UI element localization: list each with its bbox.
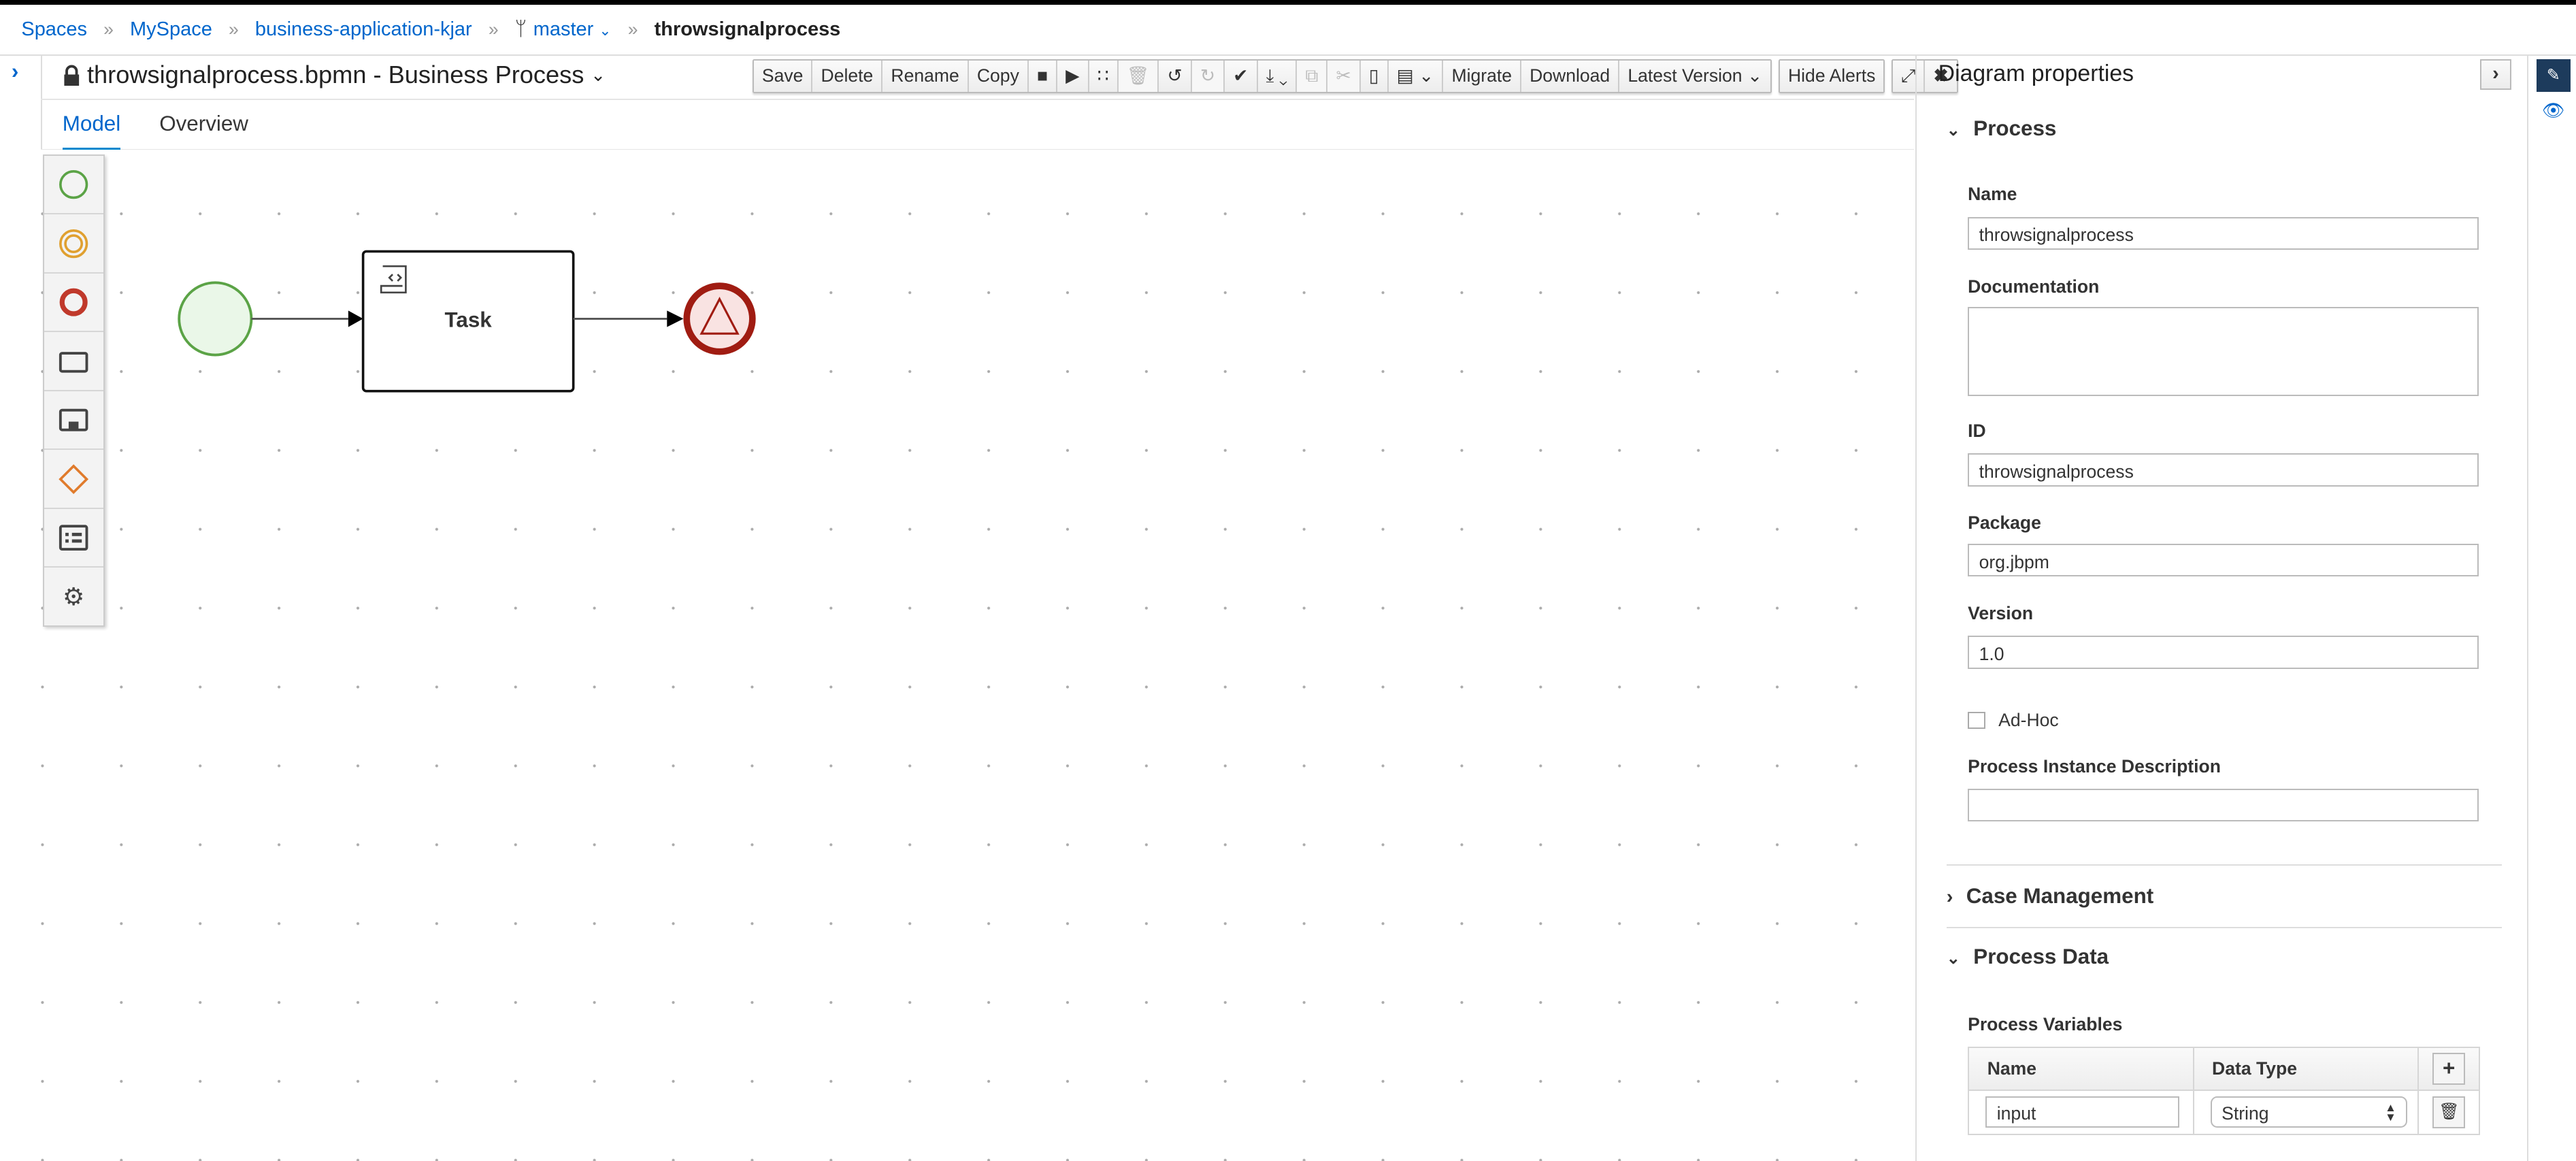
delete-variable-button[interactable]: 🗑 — [2432, 1096, 2465, 1129]
table-header: Name Data Type + — [1968, 1047, 2481, 1091]
gateway-icon — [59, 463, 89, 494]
variable-type-select[interactable]: String ▲ ▼ — [2210, 1096, 2408, 1128]
shape-palette: ⚙ — [42, 154, 105, 627]
edit-properties-icon[interactable]: ✎ — [2536, 59, 2571, 93]
arrow-head — [667, 310, 684, 327]
section-case-management-label: Case Management — [1966, 883, 2154, 908]
start-event[interactable] — [178, 281, 253, 357]
palette-subprocesses[interactable] — [44, 391, 103, 451]
collapse-panel-button[interactable]: › — [2480, 59, 2511, 90]
chevron-down-icon: ⌄ — [1946, 949, 1960, 968]
task-icon — [59, 351, 88, 373]
add-variable-button[interactable]: + — [2432, 1052, 2465, 1085]
id-input[interactable]: throwsignalprocess — [1968, 453, 2479, 487]
process-variables-label: Process Variables — [1968, 1013, 2123, 1034]
start-event-icon — [59, 170, 88, 199]
divider — [1946, 864, 2502, 866]
list-icon — [59, 525, 88, 551]
section-process-label: Process — [1973, 116, 2057, 141]
table-row: input String ▲ ▼ 🗑 — [1968, 1089, 2481, 1135]
select-arrows-icon: ▲ ▼ — [2385, 1100, 2396, 1124]
section-process-data[interactable]: ⌄ Process Data — [1947, 945, 2109, 969]
version-input[interactable]: 1.0 — [1968, 636, 2479, 669]
end-signal-event[interactable] — [683, 282, 756, 355]
arrow-head — [348, 310, 363, 327]
section-case-management[interactable]: › Case Management — [1947, 884, 2153, 909]
adhoc-field: Ad-Hoc — [1968, 710, 2059, 731]
palette-tasks[interactable] — [44, 332, 103, 391]
section-process-data-label: Process Data — [1973, 945, 2109, 969]
process-diagram: Task — [178, 250, 756, 393]
adhoc-checkbox[interactable] — [1968, 711, 1985, 730]
id-label: ID — [1968, 421, 1986, 442]
section-process[interactable]: ⌄ Process — [1947, 116, 2057, 141]
name-label: Name — [1968, 184, 2017, 205]
adhoc-label: Ad-Hoc — [1998, 710, 2059, 731]
palette-gateways[interactable] — [44, 450, 103, 509]
subprocess-icon — [59, 408, 88, 431]
intermediate-event-icon — [59, 229, 88, 258]
version-label: Version — [1968, 603, 2034, 624]
variable-name-input[interactable]: input — [1985, 1096, 2180, 1128]
divider — [1946, 926, 2502, 929]
chevron-right-icon: › — [1946, 885, 1953, 908]
properties-title: Diagram properties — [1938, 61, 2134, 87]
gears-icon: ⚙ — [62, 583, 85, 611]
process-instance-description-input[interactable] — [1968, 788, 2479, 822]
palette-end-events[interactable] — [44, 274, 103, 333]
palette-service-tasks[interactable]: ⚙ — [44, 568, 103, 625]
right-tool-strip: ✎ 👁 — [2526, 56, 2576, 1161]
palette-containers[interactable] — [44, 509, 103, 568]
column-name: Name — [1968, 1047, 2194, 1091]
name-input[interactable]: throwsignalprocess — [1968, 216, 2479, 250]
properties-panel: Diagram properties › ⌄ Process Name throw… — [1915, 56, 2528, 1161]
process-variables-table: Name Data Type + input String ▲ ▼ 🗑 — [1968, 1047, 2481, 1135]
package-input[interactable]: org.jbpm — [1968, 544, 2479, 577]
process-instance-description-label: Process Instance Description — [1968, 755, 2221, 776]
palette-start-events[interactable] — [44, 156, 103, 215]
end-event-icon — [59, 288, 88, 316]
chevron-down-icon: ⌄ — [1946, 121, 1960, 140]
documentation-label: Documentation — [1968, 276, 2100, 297]
column-data-type: Data Type — [2192, 1047, 2419, 1091]
documentation-textarea[interactable] — [1968, 307, 2479, 396]
package-label: Package — [1968, 512, 2041, 534]
eye-icon[interactable]: 👁 — [2537, 100, 2571, 121]
task-label: Task — [445, 308, 493, 331]
variable-type-value: String — [2222, 1102, 2269, 1124]
palette-intermediate-events[interactable] — [44, 214, 103, 274]
